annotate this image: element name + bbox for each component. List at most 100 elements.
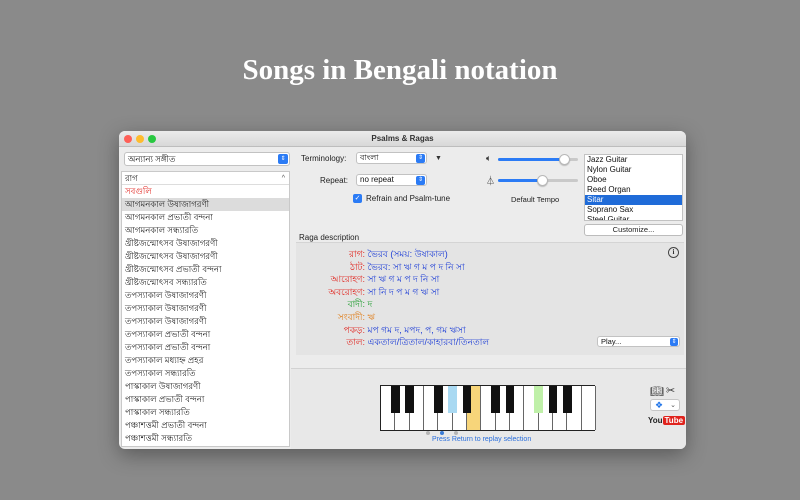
list-item[interactable]: খ্রীষ্টজন্মোৎসব প্রভাতী বন্দনা	[122, 263, 289, 276]
white-key[interactable]	[581, 386, 596, 430]
black-key[interactable]	[448, 386, 457, 413]
list-item[interactable]: তপস্যাকাল উষাজাগরণী	[122, 289, 289, 302]
list-item[interactable]: আগমনকাল উষাজাগরণী	[122, 198, 289, 211]
youtube-button[interactable]: You Tube	[648, 415, 686, 427]
raga-description-title: Raga description	[299, 233, 360, 242]
info-icon[interactable]: i	[668, 247, 679, 258]
chevron-down-icon: ⌄	[670, 402, 676, 409]
zoom-window-button[interactable]	[148, 135, 156, 143]
list-item[interactable]: পঞ্চাশত্তমী প্রভাতী বন্দনা	[122, 419, 289, 432]
list-item[interactable]: পঞ্চাশত্তমী সন্ধ্যারতি	[122, 432, 289, 445]
list-item-all[interactable]: সবগুলি	[122, 185, 289, 198]
raga-row: আরোহণ: সা ঋ গ ম প দ নি সা	[299, 272, 599, 284]
tempo-slider-fill	[498, 179, 542, 182]
list-item[interactable]: পাস্কাকাল সন্ধ্যারতি	[122, 406, 289, 419]
tools-icon[interactable]: ✂︎	[666, 384, 675, 397]
terminology-select[interactable]: বাংলা ⇕	[356, 152, 427, 164]
refrain-checkbox[interactable]: ✓	[353, 194, 362, 203]
list-item[interactable]: তপস্যাকাল উষাজাগরণী	[122, 302, 289, 315]
list-item[interactable]: তপস্যাকাল উষাজাগরণী	[122, 315, 289, 328]
instrument-item[interactable]: Jazz Guitar	[585, 155, 682, 165]
volume-slider-knob[interactable]	[559, 154, 570, 165]
list-item[interactable]: তপস্যাকাল মধ্যাহ্ন প্রহর	[122, 354, 289, 367]
raga-row: পকড়: মপ গম দ, মপদ, প, গম ঋসা	[299, 323, 599, 335]
instrument-item[interactable]: Steel Guitar	[585, 215, 682, 220]
page-dot[interactable]	[454, 431, 458, 435]
metronome-icon: ⏃	[486, 176, 496, 186]
sort-ascending-icon: ^	[281, 175, 285, 182]
piano-keyboard[interactable]	[380, 385, 596, 431]
instrument-item[interactable]: Soprano Sax	[585, 205, 682, 215]
raga-row-value: মপ গম দ, মপদ, প, গম ঋসা	[367, 324, 466, 335]
repeat-label: Repeat:	[320, 176, 349, 185]
list-item[interactable]: তপস্যাকাল প্রভাতী বন্দনা	[122, 328, 289, 341]
raga-row: ঠাট: ভৈরব: সা ঋ গ ম প দ নি সা	[299, 260, 599, 272]
repeat-select[interactable]: no repeat ⇕	[356, 174, 427, 186]
category-select-value: অন্যান্য সঙ্গীত	[128, 154, 176, 164]
chevron-updown-icon: ⇕	[416, 176, 425, 185]
raga-row-key: তাল:	[346, 337, 365, 348]
black-key[interactable]	[391, 386, 400, 413]
speaker-icon: 🔈︎	[486, 153, 492, 163]
youtube-you: You	[648, 416, 663, 425]
volume-slider[interactable]	[498, 154, 578, 165]
play-value: Play...	[601, 337, 622, 346]
raga-row: অবরোহণ: সা নি দ প ম গ ঋ সা	[299, 285, 599, 297]
instrument-item[interactable]: Reed Organ	[585, 185, 682, 195]
list-item[interactable]: খ্রীষ্টজন্মোৎসব উষাজাগরণী	[122, 250, 289, 263]
page-dot[interactable]	[440, 431, 444, 435]
raga-row: বাদী: দ	[299, 297, 599, 309]
list-item[interactable]: আগমনকাল সন্ধ্যারতি	[122, 224, 289, 237]
black-key[interactable]	[491, 386, 500, 413]
dropbox-button[interactable]: ❖ ⌄	[650, 399, 680, 411]
list-item[interactable]: পাস্কাকাল প্রভাতী বন্দনা	[122, 393, 289, 406]
raga-row-value: ঋ	[367, 312, 375, 322]
list-item[interactable]: খ্রীষ্টজন্মোৎসব উষাজাগরণী	[122, 237, 289, 250]
terminology-label: Terminology:	[301, 154, 347, 163]
disclosure-triangle-icon[interactable]: ▼	[435, 155, 442, 162]
book-icon[interactable]: 📖︎	[650, 385, 664, 398]
raga-row-value: দ	[367, 299, 373, 310]
list-header[interactable]: রাগ ^	[122, 172, 289, 185]
instrument-item[interactable]: Nylon Guitar	[585, 165, 682, 175]
raga-row-value: ভৈরব: সা ঋ গ ম প দ নি সা	[367, 261, 465, 272]
list-item[interactable]: তপস্যাকাল সন্ধ্যারতি	[122, 367, 289, 380]
instrument-item[interactable]: Oboe	[585, 175, 682, 185]
black-key[interactable]	[505, 386, 515, 413]
page-dot[interactable]	[426, 431, 430, 435]
raga-list[interactable]: রাগ ^ সবগুলি আগমনকাল উষাজাগরণী আগমনকাল প্র…	[121, 171, 290, 447]
window-title: Psalms & Ragas	[371, 134, 434, 143]
chevron-updown-icon: ⇕	[278, 154, 288, 164]
raga-row-value: ভৈরব (সময়: উষাকাল)	[367, 249, 448, 259]
instrument-item[interactable]: Sitar	[585, 195, 682, 205]
black-key[interactable]	[462, 386, 472, 413]
default-tempo-label: Default Tempo	[511, 195, 560, 204]
list-item[interactable]: পাস্কাকাল উষাজাগরণী	[122, 380, 289, 393]
minimize-window-button[interactable]	[136, 135, 144, 143]
tempo-slider-knob[interactable]	[537, 175, 548, 186]
raga-row-value: সা নি দ প ম গ ঋ সা	[367, 286, 440, 297]
black-key[interactable]	[434, 386, 443, 413]
list-item[interactable]: খ্রীষ্টজন্মোৎসব সন্ধ্যারতি	[122, 276, 289, 289]
black-key[interactable]	[548, 386, 558, 413]
customize-button[interactable]: Customize...	[584, 224, 683, 236]
list-item[interactable]: আগমনকাল প্রভাতী বন্দনা	[122, 211, 289, 224]
youtube-tube: Tube	[662, 416, 686, 425]
title-bar: Psalms & Ragas	[119, 131, 686, 147]
play-select[interactable]: Play... ⇕	[597, 336, 680, 347]
app-window: Psalms & Ragas অন্যান্য সঙ্গীত ⇕ রাগ ^ স…	[119, 131, 686, 449]
raga-row-value: সা ঋ গ ম প দ নি সা	[367, 274, 440, 285]
category-select[interactable]: অন্যান্য সঙ্গীত ⇕	[124, 152, 290, 166]
black-key[interactable]	[405, 386, 414, 413]
raga-row: রাগ: ভৈরব (সময়: উষাকাল)	[299, 247, 599, 259]
instrument-list[interactable]: Jazz Guitar Nylon Guitar Oboe Reed Organ Sit…	[584, 154, 683, 221]
chevron-updown-icon: ⇕	[670, 338, 678, 346]
replay-hint: Press Return to replay selection	[432, 436, 532, 443]
black-key[interactable]	[534, 386, 543, 413]
close-window-button[interactable]	[124, 135, 132, 143]
headline: Songs in Bengali notation	[242, 54, 558, 86]
list-item[interactable]: তপস্যাকাল প্রভাতী বন্দনা	[122, 341, 289, 354]
tempo-slider[interactable]	[498, 175, 578, 186]
black-key[interactable]	[563, 386, 572, 413]
chevron-updown-icon: ⇕	[416, 154, 425, 163]
